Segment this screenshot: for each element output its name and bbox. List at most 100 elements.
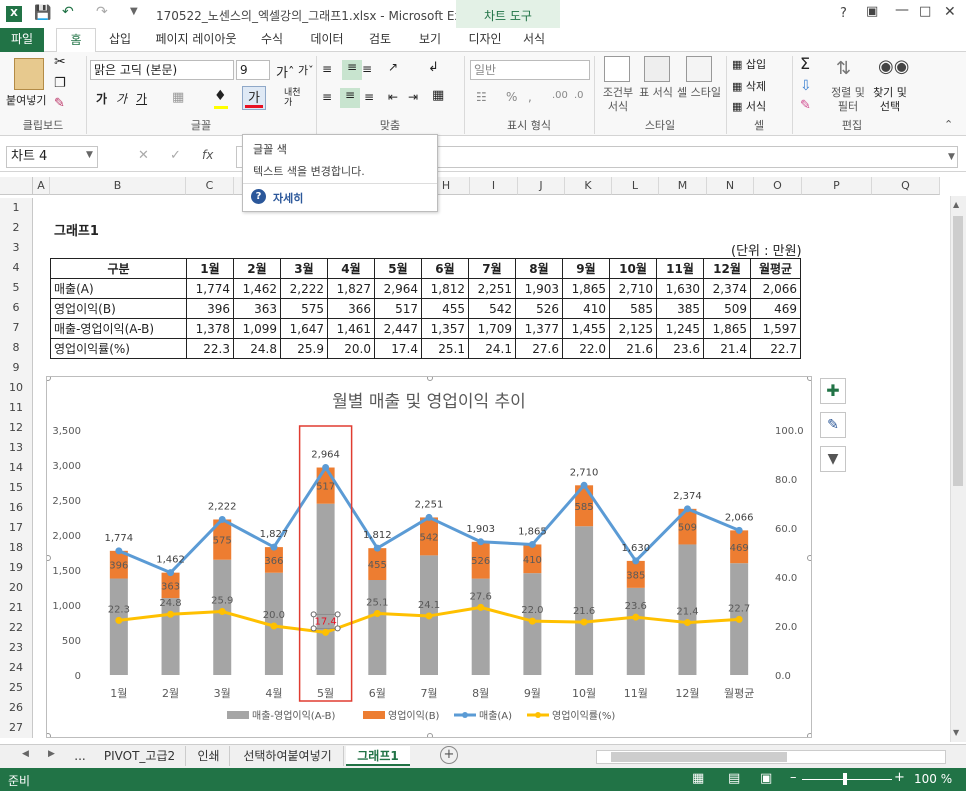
table-cell[interactable]: 1,709 (468, 318, 516, 339)
row-header[interactable]: 9 (0, 358, 33, 378)
table-header-cell[interactable]: 3월 (280, 258, 328, 279)
wrap-text-icon[interactable]: ↲ (428, 60, 439, 75)
binoculars-icon[interactable]: ◉◉ (878, 56, 909, 77)
table-cell[interactable]: 영업이익률(%) (50, 338, 187, 359)
chart-styles-icon[interactable]: ✎ (820, 412, 846, 438)
column-header[interactable]: I (470, 177, 518, 195)
chart-filter-icon[interactable]: ▼ (820, 446, 846, 472)
table-cell[interactable]: 385 (656, 298, 704, 319)
zoom-out-icon[interactable]: – (790, 770, 797, 785)
expand-formula-icon[interactable]: ▼ (948, 152, 955, 162)
sheet-tab[interactable]: 선택하여붙여넣기 (232, 746, 344, 766)
horizontal-scroll-thumb[interactable] (611, 752, 787, 762)
column-header[interactable]: A (33, 177, 50, 195)
table-cell[interactable]: 25.9 (280, 338, 328, 359)
number-format-select[interactable]: 일반 (470, 60, 590, 80)
align-center-icon[interactable]: ≡ (340, 88, 360, 108)
table-cell[interactable]: 1,455 (562, 318, 610, 339)
row-header[interactable]: 5 (0, 278, 33, 298)
collapse-ribbon-icon[interactable]: ⌃ (944, 118, 953, 131)
row-header[interactable]: 1 (0, 198, 33, 218)
new-sheet-icon[interactable]: + (440, 746, 458, 764)
table-cell[interactable]: 매출-영업이익(A-B) (50, 318, 187, 339)
name-box[interactable]: 차트 4 (6, 146, 98, 168)
table-cell[interactable]: 1,647 (280, 318, 328, 339)
minimize-icon[interactable]: — (895, 2, 909, 18)
ribbon-display-icon[interactable]: ▣ (866, 4, 878, 19)
table-cell[interactable]: 469 (750, 298, 801, 319)
table-cell[interactable]: 2,374 (703, 278, 751, 299)
zoom-level[interactable]: 100 % (914, 772, 952, 786)
sort-filter-button[interactable]: 정렬 및 필터 (828, 86, 868, 114)
table-header-cell[interactable]: 9월 (562, 258, 610, 279)
table-header-cell[interactable]: 2월 (233, 258, 281, 279)
table-header-cell[interactable]: 12월 (703, 258, 751, 279)
cancel-icon[interactable]: ✕ (138, 148, 149, 163)
help-icon[interactable]: ? (840, 6, 847, 21)
orientation-icon[interactable]: ↗ (388, 60, 398, 74)
tab-file[interactable]: 파일 (0, 28, 44, 52)
table-cell[interactable]: 363 (233, 298, 281, 319)
column-header[interactable]: M (659, 177, 707, 195)
table-cell[interactable]: 22.3 (186, 338, 234, 359)
table-header-cell[interactable]: 월평균 (750, 258, 801, 279)
vertical-scrollbar[interactable]: ▲ ▼ (950, 196, 966, 742)
vertical-scroll-thumb[interactable] (953, 216, 963, 486)
table-cell[interactable]: 1,461 (327, 318, 375, 339)
sheet-tab[interactable]: 인쇄 (188, 746, 230, 766)
scroll-up-icon[interactable]: ▲ (953, 200, 959, 209)
table-cell[interactable]: 1,865 (562, 278, 610, 299)
format-cells-button[interactable]: ▦ 서식 (732, 98, 766, 114)
tell-me-more-link[interactable]: 자세히 (273, 190, 303, 206)
indent-icon[interactable]: ⇤ (388, 90, 398, 104)
border-icon[interactable]: ▦ (172, 90, 184, 105)
comma-icon[interactable]: , (528, 90, 532, 104)
close-icon[interactable]: ✕ (944, 4, 956, 20)
table-cell[interactable]: 1,099 (233, 318, 281, 339)
tab-review[interactable]: 검토 (358, 28, 402, 52)
sort-filter-icon[interactable]: ⇅ (836, 58, 851, 79)
copy-icon[interactable]: ❐ (54, 76, 66, 91)
row-header[interactable]: 25 (0, 678, 33, 698)
row-header[interactable]: 10 (0, 378, 33, 398)
row-header[interactable]: 20 (0, 578, 33, 598)
row-header[interactable]: 16 (0, 498, 33, 518)
table-cell[interactable]: 영업이익(B) (50, 298, 187, 319)
table-header-cell[interactable]: 구분 (50, 258, 187, 279)
scroll-down-icon[interactable]: ▼ (953, 728, 959, 737)
row-header[interactable]: 27 (0, 718, 33, 738)
outdent-icon[interactable]: ⇥ (408, 90, 418, 104)
column-header[interactable]: O (754, 177, 802, 195)
table-cell[interactable]: 17.4 (374, 338, 422, 359)
table-header-cell[interactable]: 7월 (468, 258, 516, 279)
insert-cells-button[interactable]: ▦ 삽입 (732, 56, 766, 72)
table-header-cell[interactable]: 5월 (374, 258, 422, 279)
table-header-cell[interactable]: 11월 (656, 258, 704, 279)
row-header[interactable]: 18 (0, 538, 33, 558)
conditional-format-icon[interactable] (604, 56, 630, 82)
row-header[interactable]: 6 (0, 298, 33, 318)
row-header[interactable]: 26 (0, 698, 33, 718)
table-cell[interactable]: 542 (468, 298, 516, 319)
sheet-tab[interactable]: PIVOT_고급2 (94, 746, 186, 766)
merge-icon[interactable]: ▦ (432, 88, 444, 103)
table-cell[interactable]: 455 (421, 298, 469, 319)
chart-svg[interactable]: 월별 매출 및 영업이익 추이 0 500 1,000 1,500 2,000 2,500 3… (45, 375, 813, 739)
prev-sheet-icon[interactable]: ◀ (22, 749, 29, 759)
zoom-slider[interactable] (802, 779, 892, 780)
row-header[interactable]: 24 (0, 658, 33, 678)
font-name-select[interactable]: 맑은 고딕 (본문) (90, 60, 234, 80)
cell-styles-icon[interactable] (686, 56, 712, 82)
align-top-icon[interactable]: ≡ (322, 62, 332, 76)
row-header[interactable]: 12 (0, 418, 33, 438)
save-icon[interactable]: 💾 (34, 5, 51, 21)
table-cell[interactable]: 1,378 (186, 318, 234, 339)
tab-design[interactable]: 디자인 (460, 28, 510, 52)
align-right-icon[interactable]: ≡ (364, 90, 374, 104)
row-header[interactable]: 2 (0, 218, 33, 238)
page-layout-view-icon[interactable]: ▤ (728, 771, 740, 786)
tab-data[interactable]: 데이터 (302, 28, 352, 52)
normal-view-icon[interactable]: ▦ (692, 771, 704, 786)
row-header[interactable]: 21 (0, 598, 33, 618)
column-header[interactable]: Q (872, 177, 940, 195)
